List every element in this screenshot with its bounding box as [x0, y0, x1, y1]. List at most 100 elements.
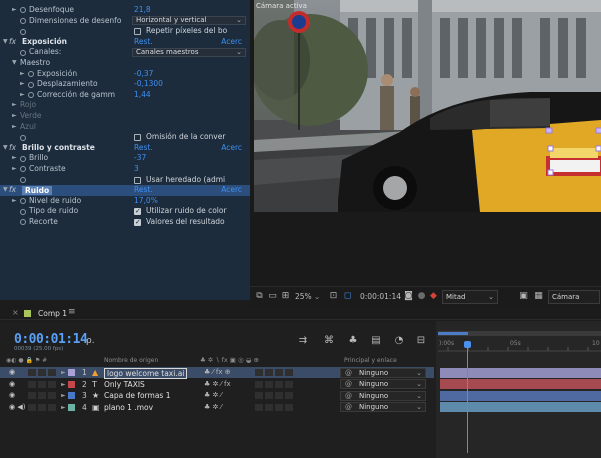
- effect-row[interactable]: ▼ fx Brillo y contraste Rest. Acerc: [0, 143, 250, 154]
- reset-link[interactable]: Rest.: [134, 143, 153, 154]
- stopwatch-icon[interactable]: [20, 155, 26, 162]
- zoom-select[interactable]: 25%: [295, 292, 312, 301]
- layer-switch-cell[interactable]: [265, 403, 273, 411]
- pick-whip-icon[interactable]: @: [345, 369, 352, 377]
- effect-row[interactable]: ► Rojo: [0, 100, 250, 111]
- stopwatch-icon[interactable]: [20, 28, 26, 35]
- view-dropdown[interactable]: Cámara: [548, 290, 600, 304]
- twirl-down-icon[interactable]: ▼: [3, 143, 8, 154]
- stopwatch-icon[interactable]: [20, 166, 26, 173]
- visibility-eye-icon[interactable]: ◉: [9, 379, 15, 390]
- playhead-handle[interactable]: [464, 341, 472, 348]
- effect-row[interactable]: Canales: Canales maestros ⌄: [0, 47, 250, 58]
- layer-duration-bar[interactable]: [440, 402, 601, 412]
- property-value[interactable]: 21,8: [134, 5, 151, 16]
- property-value[interactable]: -0,37: [134, 69, 153, 80]
- property-checkbox[interactable]: [134, 28, 141, 36]
- layer-switch-cell[interactable]: [28, 380, 36, 388]
- layer-switch-cell[interactable]: [265, 369, 273, 376]
- effect-row[interactable]: ► Verde: [0, 111, 250, 122]
- about-link[interactable]: Acerc: [221, 37, 242, 48]
- property-dropdown[interactable]: Canales maestros ⌄: [132, 48, 246, 58]
- stopwatch-icon[interactable]: [20, 7, 26, 14]
- reset-link[interactable]: Rest.: [134, 37, 153, 48]
- layer-switch-cell[interactable]: [255, 369, 263, 376]
- layer-switch-cell[interactable]: [28, 369, 36, 376]
- layer-duration-bar[interactable]: [440, 379, 601, 389]
- layer-name[interactable]: Only TAXIS: [104, 379, 145, 390]
- twirl-right-icon[interactable]: ►: [61, 402, 66, 413]
- layer-label-color[interactable]: [68, 403, 75, 411]
- pick-whip-icon[interactable]: @: [345, 392, 352, 400]
- twirl-right-icon[interactable]: ►: [12, 122, 17, 133]
- property-value[interactable]: -37: [134, 153, 146, 164]
- layer-switch-cell[interactable]: [275, 369, 283, 376]
- twirl-down-icon[interactable]: ▼: [3, 37, 8, 48]
- layer-switch-cell[interactable]: [255, 403, 263, 411]
- twirl-right-icon[interactable]: ►: [12, 196, 17, 207]
- effect-row[interactable]: ▼ fx Ruido Rest. Acerc: [0, 185, 250, 196]
- layer-switch-cell[interactable]: [255, 392, 263, 399]
- twirl-right-icon[interactable]: ►: [61, 390, 66, 401]
- property-checkbox[interactable]: [134, 134, 141, 142]
- layer-name[interactable]: plano 1 .mov: [104, 402, 153, 413]
- layer-switch-cell[interactable]: [285, 369, 293, 376]
- transparency-grid-icon[interactable]: ▦: [533, 291, 544, 302]
- playhead-line[interactable]: [467, 343, 469, 453]
- layer-switch-cell[interactable]: [28, 392, 36, 399]
- effect-row[interactable]: Tipo de ruido Utilizar ruido de color: [0, 206, 250, 217]
- layer-switch-cell[interactable]: [275, 403, 283, 411]
- layer-name[interactable]: logo welcome taxi.ai: [104, 367, 188, 379]
- region-icon[interactable]: ◻: [342, 291, 353, 302]
- effect-row[interactable]: ► Corrección de gamm 1,44: [0, 90, 250, 101]
- tab-close-icon[interactable]: ×: [12, 308, 19, 317]
- layer-row[interactable]: ◉ ► 1 ▲ logo welcome taxi.ai ♣ ⁄ fx ⊕ @ Ninguno…: [0, 367, 434, 379]
- snapshot-icon[interactable]: ◙: [403, 291, 414, 302]
- layer-switch-cell[interactable]: [255, 380, 263, 388]
- property-value[interactable]: 3: [134, 164, 139, 175]
- layer-switch-cell[interactable]: [285, 403, 293, 411]
- about-link[interactable]: Acerc: [221, 185, 242, 196]
- about-link[interactable]: Acerc: [221, 143, 242, 154]
- twirl-down-icon[interactable]: ▼: [3, 185, 8, 196]
- stopwatch-icon[interactable]: [20, 208, 26, 215]
- tab-comp-1[interactable]: Comp 1: [38, 309, 67, 318]
- parent-dropdown[interactable]: @ Ninguno ⌄: [340, 390, 426, 401]
- stopwatch-icon[interactable]: [20, 49, 26, 56]
- layer-switch-cell[interactable]: [48, 369, 56, 376]
- layer-name[interactable]: Capa de formas 1: [104, 390, 170, 401]
- fx-icon[interactable]: fx: [9, 143, 16, 154]
- effect-row[interactable]: Dimensiones de desenfo Horizontal y verti…: [0, 16, 250, 27]
- layer-switch-cell[interactable]: [38, 392, 46, 399]
- layer-switches[interactable]: ♣ ⁄ fx ⊕: [204, 367, 231, 378]
- twirl-right-icon[interactable]: ►: [20, 79, 25, 90]
- visibility-eye-icon[interactable]: ◉ ◀): [9, 402, 25, 413]
- twirl-right-icon[interactable]: ►: [12, 111, 17, 122]
- layer-switch-cell[interactable]: [265, 392, 273, 399]
- fx-icon[interactable]: fx: [9, 185, 16, 196]
- layer-switch-cell[interactable]: [48, 380, 56, 388]
- twirl-right-icon[interactable]: ►: [20, 69, 25, 80]
- grid-icon[interactable]: ⊞: [280, 291, 291, 302]
- layer-row[interactable]: ◉ ◀) ► 4 ▣ plano 1 .mov ♣ ✲ ⁄ @ Ninguno ⌄: [0, 402, 434, 413]
- effect-row[interactable]: ► Brillo -37: [0, 153, 250, 164]
- layer-switch-cell[interactable]: [275, 392, 283, 399]
- motion-blur-icon[interactable]: ◔: [393, 335, 405, 347]
- property-value[interactable]: 17,0%: [134, 196, 158, 207]
- layer-switch-cell[interactable]: [48, 403, 56, 411]
- stopwatch-icon[interactable]: [20, 198, 26, 205]
- composition-viewer[interactable]: Cámara activa: [250, 0, 601, 286]
- visibility-eye-icon[interactable]: ◉: [9, 390, 15, 401]
- effect-row[interactable]: Usar heredado (admi: [0, 175, 250, 186]
- frame-blending-icon[interactable]: ▤: [370, 335, 382, 347]
- stopwatch-icon[interactable]: [20, 134, 26, 141]
- layer-label-color[interactable]: [68, 380, 75, 388]
- layer-switches[interactable]: ♣ ✲ ⁄ fx: [204, 379, 231, 390]
- search-icon[interactable]: ρ.: [86, 336, 95, 346]
- effect-row[interactable]: Recorte Valores del resultado: [0, 217, 250, 228]
- layer-search-input[interactable]: [96, 336, 286, 348]
- layer-row[interactable]: ◉ ► 3 ★ Capa de formas 1 ♣ ✲ ⁄ @ Ninguno ⌄: [0, 390, 434, 401]
- layer-switch-cell[interactable]: [38, 369, 46, 376]
- channel-icon[interactable]: ◆: [428, 291, 439, 302]
- effect-row[interactable]: ► Exposición -0,37: [0, 69, 250, 80]
